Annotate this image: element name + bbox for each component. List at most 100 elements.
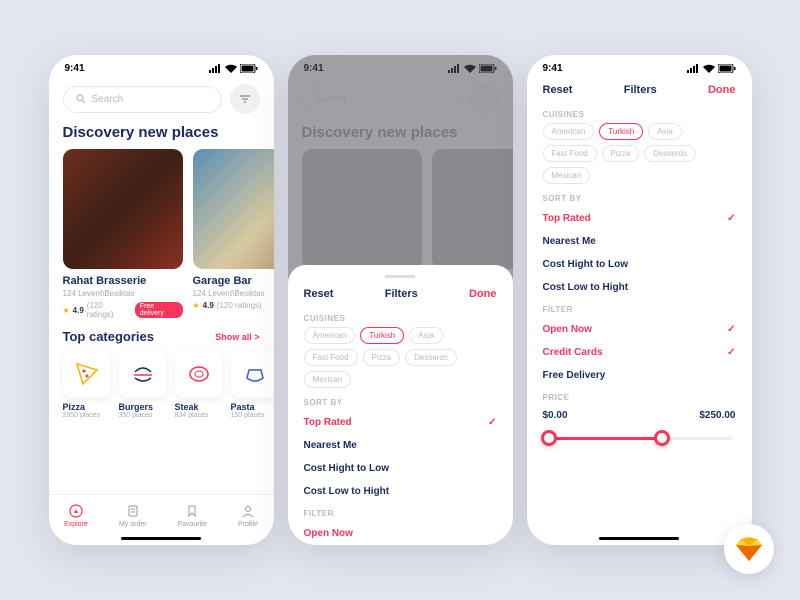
- sort-option[interactable]: Top Rated✓: [304, 411, 497, 434]
- place-location: 124 Levent\Besiktas: [63, 289, 183, 298]
- cuisine-chip[interactable]: Turkish: [599, 123, 643, 140]
- cuisine-chip[interactable]: American: [543, 123, 595, 140]
- tab-label: Favourite: [178, 521, 207, 528]
- sort-option[interactable]: Cost Low to Hight: [543, 276, 736, 299]
- bookmark-icon: [184, 503, 200, 519]
- cuisine-chip[interactable]: Fast Food: [543, 145, 597, 162]
- phone-filters-full: 9:41 Reset Filters Done CUISINES America…: [527, 55, 752, 545]
- tab-label: My order: [119, 521, 147, 528]
- place-name: Garage Bar: [193, 275, 274, 287]
- cuisine-chip[interactable]: Pizza: [363, 349, 401, 366]
- ratings-count: (120 ratings): [87, 301, 129, 319]
- search-placeholder: Search: [92, 94, 124, 105]
- price-label: PRICE: [527, 387, 752, 406]
- status-time: 9:41: [543, 63, 563, 74]
- check-icon: ✓: [727, 347, 735, 358]
- burger-icon: [129, 360, 157, 388]
- battery-icon: [240, 64, 258, 73]
- check-icon: ✓: [727, 213, 735, 224]
- category-name: Pizza: [63, 402, 111, 412]
- done-button[interactable]: Done: [708, 84, 736, 96]
- reset-button[interactable]: Reset: [543, 84, 573, 96]
- slider-fill: [547, 437, 658, 440]
- done-button[interactable]: Done: [469, 288, 497, 300]
- cuisine-chip[interactable]: American: [304, 327, 356, 344]
- tab-label: Explore: [64, 521, 88, 528]
- place-name: Rahat Brasserie: [63, 275, 183, 287]
- category-name: Burgers: [119, 402, 167, 412]
- order-icon: [125, 503, 141, 519]
- filter-bottom-sheet: Reset Filters Done CUISINES American Tur…: [288, 265, 513, 545]
- cuisine-chip[interactable]: Asia: [409, 327, 443, 344]
- discover-title: Discovery new places: [49, 120, 274, 149]
- sort-option[interactable]: Cost Low to Hight: [304, 480, 497, 503]
- place-card[interactable]: Garage Bar 124 Levent\Besiktas ★ 4.9 (12…: [193, 149, 274, 319]
- slider-thumb-min[interactable]: [541, 430, 557, 446]
- category-card[interactable]: Pasta 150 places: [231, 350, 274, 419]
- free-delivery-badge: Free delivery: [135, 302, 183, 318]
- wifi-icon: [703, 64, 715, 73]
- check-icon: ✓: [488, 417, 496, 428]
- sheet-handle[interactable]: [385, 275, 415, 278]
- category-card[interactable]: Steak 834 places: [175, 350, 223, 419]
- filter-option[interactable]: Open Now✓: [543, 318, 736, 341]
- tab-profile[interactable]: Profile: [238, 503, 258, 528]
- star-icon: ★: [63, 306, 70, 315]
- categories-title: Top categories: [63, 329, 155, 344]
- wifi-icon: [225, 64, 237, 73]
- filter-icon: [238, 92, 252, 106]
- place-image: [193, 149, 274, 269]
- tab-explore[interactable]: Explore: [64, 503, 88, 528]
- cuisine-chip[interactable]: Desserds: [644, 145, 696, 162]
- search-icon: [76, 94, 86, 104]
- reset-button[interactable]: Reset: [304, 288, 334, 300]
- signal-icon: [687, 64, 700, 73]
- price-min: $0.00: [543, 410, 568, 421]
- status-icons: [209, 64, 258, 73]
- cuisine-chip[interactable]: Fast Food: [304, 349, 358, 366]
- tab-label: Profile: [238, 521, 258, 528]
- filter-option[interactable]: Open Now: [304, 522, 497, 545]
- category-count: 2350 places: [63, 412, 111, 419]
- cuisine-chip[interactable]: Mexican: [543, 167, 591, 184]
- place-rating: 4.9: [203, 301, 214, 310]
- sort-option[interactable]: Nearest Me: [543, 230, 736, 253]
- filters-title: Filters: [624, 84, 657, 96]
- sort-label: SORT BY: [288, 392, 513, 411]
- price-slider[interactable]: [547, 427, 732, 451]
- cuisine-chip[interactable]: Asia: [648, 123, 682, 140]
- category-count: 150 places: [231, 412, 274, 419]
- sort-option[interactable]: Nearest Me: [304, 434, 497, 457]
- filter-option[interactable]: Free Delivery: [543, 364, 736, 387]
- cuisine-chip[interactable]: Turkish: [360, 327, 404, 344]
- tab-favourite[interactable]: Favourite: [178, 503, 207, 528]
- place-image: [63, 149, 183, 269]
- home-indicator: [599, 537, 679, 540]
- cuisine-chip[interactable]: Pizza: [602, 145, 640, 162]
- slider-thumb-max[interactable]: [654, 430, 670, 446]
- check-icon: ✓: [727, 324, 735, 335]
- sort-option[interactable]: Cost Hight to Low: [543, 253, 736, 276]
- filter-option[interactable]: Credit Cards✓: [543, 341, 736, 364]
- ratings-count: (120 ratings): [217, 301, 262, 310]
- place-card[interactable]: Rahat Brasserie 124 Levent\Besiktas ★ 4.…: [63, 149, 183, 319]
- cuisine-chip[interactable]: Desserds: [405, 349, 457, 366]
- star-icon: ★: [193, 301, 200, 310]
- category-count: 350 places: [119, 412, 167, 419]
- tab-my-order[interactable]: My order: [119, 503, 147, 528]
- sketch-badge: [724, 524, 774, 574]
- cuisine-chip[interactable]: Mexican: [304, 371, 352, 388]
- signal-icon: [209, 64, 222, 73]
- show-all-link[interactable]: Show all >: [215, 332, 259, 342]
- place-location: 124 Levent\Besiktas: [193, 289, 274, 298]
- phone-filter-sheet: 9:41 Search Discovery new places Reset F…: [288, 55, 513, 545]
- category-card[interactable]: Pizza 2350 places: [63, 350, 111, 419]
- sort-option[interactable]: Cost Hight to Low: [304, 457, 497, 480]
- home-indicator: [121, 537, 201, 540]
- status-bar: 9:41: [49, 55, 274, 78]
- sort-option[interactable]: Top Rated✓: [543, 207, 736, 230]
- pizza-icon: [73, 360, 101, 388]
- search-input[interactable]: Search: [63, 86, 222, 113]
- category-card[interactable]: Burgers 350 places: [119, 350, 167, 419]
- filter-button[interactable]: [230, 84, 260, 114]
